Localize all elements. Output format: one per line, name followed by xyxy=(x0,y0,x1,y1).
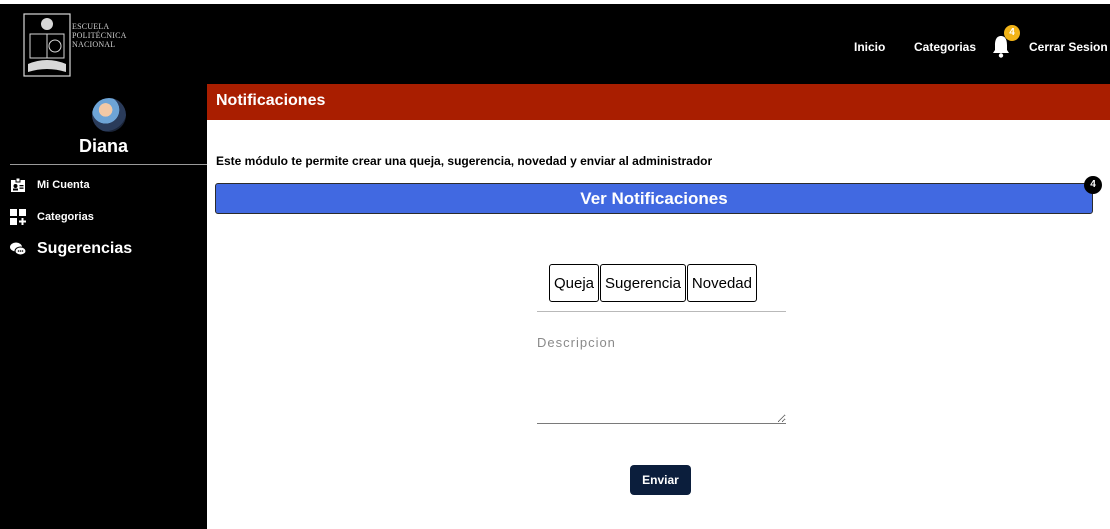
sidebar-item-sugerencias[interactable]: Sugerencias xyxy=(10,240,132,258)
avatar[interactable] xyxy=(92,98,126,132)
nav-inicio-link[interactable]: Inicio xyxy=(854,40,885,54)
type-sugerencia-button[interactable]: Sugerencia xyxy=(600,264,686,302)
logo-text-line: POLITÉCNICA xyxy=(72,31,127,40)
type-queja-button[interactable]: Queja xyxy=(549,264,600,302)
enviar-button[interactable]: Enviar xyxy=(630,465,691,495)
logo-text: ESCUELA POLITÉCNICA NACIONAL xyxy=(72,22,127,49)
description-textarea[interactable] xyxy=(537,335,786,424)
sidebar-item-label: Categorias xyxy=(37,211,94,223)
sidebar-item-label: Mi Cuenta xyxy=(37,179,90,191)
grid-plus-icon xyxy=(10,209,26,225)
ver-notificaciones-button[interactable]: Ver Notificaciones xyxy=(215,183,1093,214)
sidebar-item-categorias[interactable]: Categorias xyxy=(10,209,94,225)
chat-bubbles-icon xyxy=(10,242,26,256)
page-title: Notificaciones xyxy=(216,92,326,109)
notification-count-badge: 4 xyxy=(1004,25,1020,41)
nav-categorias-link[interactable]: Categorias xyxy=(914,40,976,54)
sidebar-item-mi-cuenta[interactable]: Mi Cuenta xyxy=(10,177,90,193)
logo-text-line: ESCUELA xyxy=(72,22,110,31)
type-selector-underline xyxy=(537,311,786,312)
intro-text: Este módulo te permite crear una queja, … xyxy=(216,154,713,168)
sidebar: Diana Mi Cuenta Categorias Sugerencias xyxy=(0,84,207,529)
type-selector: Queja Sugerencia Novedad xyxy=(549,264,758,302)
logo-text-line: NACIONAL xyxy=(72,40,116,49)
sidebar-divider xyxy=(10,164,207,165)
notifications-count-badge: 4 xyxy=(1084,176,1102,194)
page-header: Notificaciones xyxy=(207,84,1110,120)
type-novedad-button[interactable]: Novedad xyxy=(686,264,757,302)
id-card-icon xyxy=(11,177,25,192)
sidebar-item-label: Sugerencias xyxy=(37,240,133,257)
username: Diana xyxy=(78,136,129,156)
logout-link[interactable]: Cerrar Sesion xyxy=(1029,40,1108,54)
